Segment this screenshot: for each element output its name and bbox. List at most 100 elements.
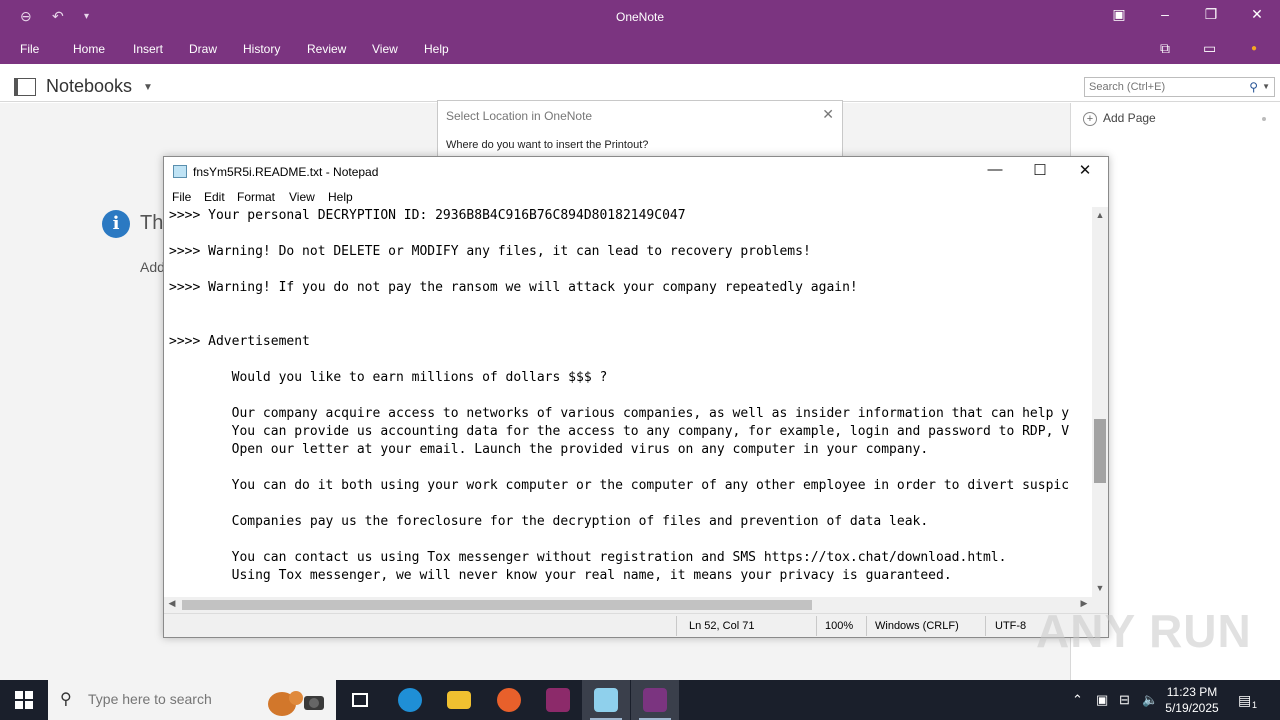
onenote-search[interactable]: ⚲ ▼ xyxy=(1084,77,1275,97)
tab-draw[interactable]: Draw xyxy=(189,42,217,56)
text-line: Companies pay us the foreclosure for the… xyxy=(169,514,929,529)
chevron-down-icon[interactable]: ▼ xyxy=(143,82,153,93)
close-icon[interactable]: ✕ xyxy=(1247,6,1267,23)
notepad-menu: File Edit Format View Help xyxy=(164,187,1108,207)
search-icon[interactable]: ⚲ xyxy=(1249,80,1258,94)
vertical-scroll-thumb[interactable] xyxy=(1094,419,1106,483)
search-scope-chevron-icon[interactable]: ▼ xyxy=(1262,82,1270,91)
horizontal-scrollbar[interactable]: ◀ ▶ xyxy=(164,597,1092,613)
ribbon-tabs: File Home Insert Draw History Review Vie… xyxy=(0,34,1280,64)
start-button[interactable] xyxy=(15,691,33,709)
notepad-icon xyxy=(594,688,618,712)
restore-icon[interactable]: ❐ xyxy=(1201,6,1221,23)
dialog-question: Where do you want to insert the Printout… xyxy=(446,139,649,151)
close-button[interactable]: ✕ xyxy=(1070,161,1100,179)
zoom-level: 100% xyxy=(825,620,854,632)
notification-dot-icon[interactable]: ● xyxy=(1251,43,1257,54)
comment-icon[interactable]: ▭ xyxy=(1203,40,1216,57)
maximize-button[interactable]: ☐ xyxy=(1025,161,1055,179)
edge-icon xyxy=(398,688,422,712)
cursor-position: Ln 52, Col 71 xyxy=(689,620,755,632)
taskbar: ⚲ ⌃ ▣ ⊟ 🔈 11:23 PM 5/19/2025 ▤ 1 xyxy=(0,680,1280,720)
text-line: Would you like to earn millions of dolla… xyxy=(169,370,608,385)
status-separator xyxy=(676,616,677,636)
ribbon-display-options-icon[interactable]: ▣ xyxy=(1109,6,1129,23)
action-center-icon[interactable]: ▤ xyxy=(1238,692,1251,709)
watermark-logo: ANY RUN xyxy=(1036,605,1252,657)
squirrel-illustration-icon xyxy=(268,691,324,716)
taskbar-onenote[interactable] xyxy=(631,680,679,720)
onenote-titlebar: ⊖ ↶ ▾ OneNote ▣ – ❐ ✕ xyxy=(0,0,1280,34)
taskbar-notepad[interactable] xyxy=(582,680,630,720)
add-page-label: Add Page xyxy=(1103,111,1156,125)
taskbar-search-input[interactable] xyxy=(88,691,278,707)
page-heading-partial: Th xyxy=(140,212,164,234)
text-line: >>>> Advertisement xyxy=(169,334,310,349)
tab-review[interactable]: Review xyxy=(307,42,346,56)
minimize-button[interactable]: — xyxy=(980,161,1010,178)
horizontal-scroll-thumb[interactable] xyxy=(182,600,812,610)
menu-format[interactable]: Format xyxy=(237,190,275,204)
close-icon[interactable]: ✕ xyxy=(822,106,834,123)
notebook-icon xyxy=(14,78,36,96)
taskbar-search[interactable]: ⚲ xyxy=(48,680,336,720)
select-location-dialog: Select Location in OneNote ✕ Where do yo… xyxy=(437,100,843,158)
vertical-scrollbar[interactable]: ▲ ▼ xyxy=(1092,207,1108,597)
menu-file[interactable]: File xyxy=(172,190,191,204)
search-icon: ⚲ xyxy=(60,691,72,708)
text-editor[interactable]: >>>> Your personal DECRYPTION ID: 2936B8… xyxy=(164,207,1092,597)
add-page-button[interactable]: + Add Page xyxy=(1083,111,1156,126)
plus-icon: + xyxy=(1083,112,1097,126)
text-line: Using Tox messenger, we will never know … xyxy=(169,568,952,583)
device-icon[interactable]: ▣ xyxy=(1096,692,1108,708)
notepad-titlebar[interactable]: fnsYm5R5i.README.txt - Notepad — ☐ ✕ xyxy=(164,157,1108,187)
status-separator xyxy=(816,616,817,636)
onenote-icon xyxy=(643,688,667,712)
tab-home[interactable]: Home xyxy=(73,42,105,56)
task-view-button[interactable] xyxy=(336,680,384,720)
clock[interactable]: 11:23 PM 5/19/2025 xyxy=(1160,684,1224,716)
folder-icon xyxy=(447,691,471,709)
minimize-icon[interactable]: – xyxy=(1155,6,1175,22)
tab-insert[interactable]: Insert xyxy=(133,42,163,56)
switch-windows-icon[interactable]: ⧉ xyxy=(1160,40,1170,57)
scroll-left-icon[interactable]: ◀ xyxy=(164,598,180,609)
winrar-icon xyxy=(546,688,570,712)
status-separator xyxy=(866,616,867,636)
text-line: Our company acquire access to networks o… xyxy=(169,406,1070,421)
network-icon[interactable]: ⊟ xyxy=(1119,692,1130,708)
notepad-icon xyxy=(173,165,187,178)
menu-edit[interactable]: Edit xyxy=(204,190,225,204)
tab-history[interactable]: History xyxy=(243,42,280,56)
notification-count: 1 xyxy=(1252,700,1258,710)
page-subtext-partial: Add xyxy=(140,259,165,275)
clock-time: 11:23 PM xyxy=(1166,685,1218,699)
app-title: OneNote xyxy=(615,10,665,24)
text-line: >>>> Warning! If you do not pay the rans… xyxy=(169,280,858,295)
pane-options-icon[interactable] xyxy=(1262,117,1266,121)
menu-view[interactable]: View xyxy=(289,190,315,204)
status-separator xyxy=(985,616,986,636)
tab-file[interactable]: File xyxy=(20,42,39,56)
scroll-up-icon[interactable]: ▲ xyxy=(1092,210,1108,220)
dialog-title: Select Location in OneNote xyxy=(446,109,593,123)
taskbar-edge[interactable] xyxy=(386,680,434,720)
window-title: fnsYm5R5i.README.txt - Notepad xyxy=(193,165,379,179)
tab-help[interactable]: Help xyxy=(424,42,449,56)
text-line: You can contact us using Tox messenger w… xyxy=(169,550,1007,565)
clock-date: 5/19/2025 xyxy=(1165,701,1219,715)
task-view-icon xyxy=(352,693,368,707)
volume-icon[interactable]: 🔈 xyxy=(1142,692,1158,708)
menu-help[interactable]: Help xyxy=(328,190,353,204)
text-line: You can do it both using your work compu… xyxy=(169,478,1070,493)
taskbar-firefox[interactable] xyxy=(485,680,533,720)
search-input[interactable] xyxy=(1085,78,1235,96)
tab-view[interactable]: View xyxy=(372,42,398,56)
show-hidden-icons-icon[interactable]: ⌃ xyxy=(1072,692,1083,708)
text-line: You can provide us accounting data for t… xyxy=(169,424,1070,439)
notebooks-label[interactable]: Notebooks xyxy=(46,76,132,97)
taskbar-file-explorer[interactable] xyxy=(435,680,483,720)
encoding: UTF-8 xyxy=(995,620,1027,632)
taskbar-winrar[interactable] xyxy=(534,680,582,720)
scroll-down-icon[interactable]: ▼ xyxy=(1092,583,1108,593)
